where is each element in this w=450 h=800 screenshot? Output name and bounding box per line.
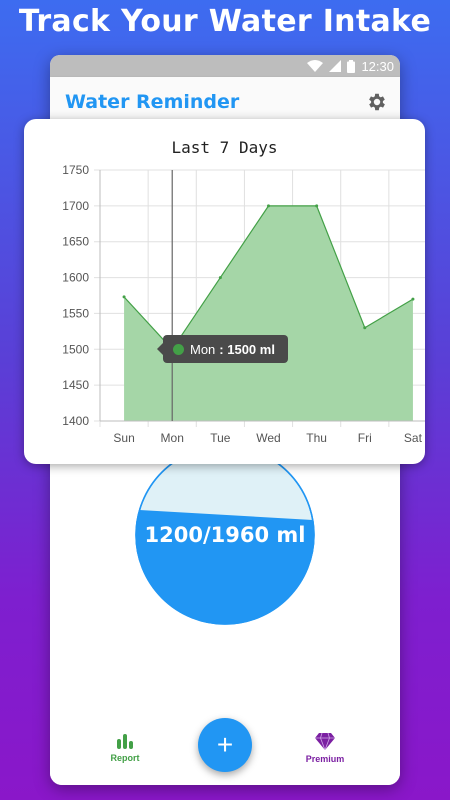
status-bar: 12:30 (50, 55, 400, 77)
nav-premium[interactable]: Premium (290, 732, 360, 764)
intake-progress-circle: 1200/1960 ml (135, 445, 315, 625)
signal-icon (329, 60, 342, 72)
tooltip-value: : 1500 ml (219, 341, 275, 357)
y-tick-label: 1400 (62, 414, 89, 428)
data-point (267, 204, 270, 208)
battery-icon (347, 59, 356, 73)
y-tick-label: 1650 (62, 235, 89, 249)
add-drink-button[interactable]: + (198, 718, 252, 772)
weekly-chart-card: Last 7 Days 1400 1450 1500 1550 1600 1650 1700… (24, 119, 425, 464)
chart-tooltip: Mon : 1500 ml (157, 335, 288, 363)
diamond-icon (315, 732, 335, 752)
intake-amount-label: 1200/1960 ml (144, 523, 306, 547)
data-point (218, 276, 222, 280)
data-point (122, 295, 126, 299)
y-tick-label: 1500 (62, 342, 89, 356)
app-bar: Water Reminder (50, 77, 400, 125)
nav-report[interactable]: Report (90, 733, 160, 763)
x-tick-label: Wed (256, 431, 280, 445)
weekly-intake-chart: 1400 1450 1500 1550 1600 1650 1700 1750 Sun Mon Tu… (62, 163, 425, 445)
headline: Track Your Water Intake (18, 4, 432, 39)
x-tick-label: Sun (113, 431, 134, 445)
x-tick-label: Sat (404, 431, 423, 445)
wifi-icon (307, 60, 324, 72)
y-tick-label: 1750 (62, 163, 89, 177)
data-point (411, 297, 415, 301)
bar-chart-icon (117, 734, 133, 749)
status-time: 12:30 (361, 58, 394, 74)
y-tick-label: 1600 (62, 271, 89, 285)
app-title: Water Reminder (65, 91, 240, 113)
y-tick-label: 1550 (62, 306, 89, 320)
report-label: Report (110, 753, 140, 763)
y-tick-label: 1450 (62, 378, 89, 392)
data-point (363, 326, 367, 330)
settings-gear-icon[interactable] (366, 91, 388, 113)
x-tick-label: Fri (358, 431, 372, 445)
tooltip-series-dot (173, 343, 184, 355)
y-tick-label: 1700 (62, 199, 89, 213)
x-tick-label: Thu (306, 431, 327, 445)
data-point (315, 204, 319, 208)
premium-label: Premium (305, 754, 345, 764)
x-tick-label: Tue (210, 431, 231, 445)
tooltip-category: Mon (190, 341, 216, 357)
x-tick-label: Mon (161, 431, 184, 445)
